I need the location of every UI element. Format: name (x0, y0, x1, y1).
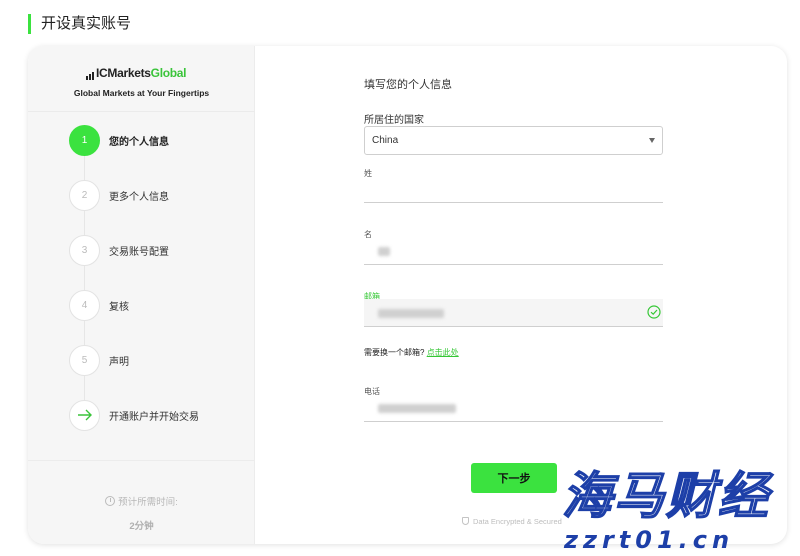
step-personal-info[interactable]: 1 您的个人信息 (69, 124, 249, 156)
logo-markets: Markets (107, 66, 151, 80)
step-label: 声明 (109, 356, 129, 368)
step-number: 5 (69, 344, 100, 376)
logo-bars-icon (86, 66, 95, 80)
phone-field[interactable] (364, 394, 663, 422)
redacted-value (378, 404, 456, 413)
brand-header: ICMarketsGlobal Global Markets at Your F… (28, 46, 255, 112)
caret-down-icon (649, 138, 655, 143)
logo-global: Global (150, 66, 187, 80)
shield-icon (462, 517, 469, 525)
email-hint-text: 需要换一个邮箱? (364, 348, 425, 357)
time-value: 2分钟 (129, 521, 154, 532)
step-label: 您的个人信息 (109, 136, 169, 148)
time-label: 预计所需时间: (118, 497, 178, 508)
redacted-value (378, 309, 444, 318)
first-name-field[interactable] (364, 237, 663, 265)
step-number: 2 (69, 179, 100, 211)
tagline: Global Markets at Your Fingertips (73, 88, 210, 98)
signup-card: ICMarketsGlobal Global Markets at Your F… (28, 46, 787, 544)
step-more-info[interactable]: 2 更多个人信息 (69, 179, 249, 211)
step-number: 4 (69, 289, 100, 321)
step-start-trading[interactable]: 开通账户并开始交易 (69, 399, 249, 431)
arrow-right-icon (69, 399, 100, 431)
step-account-config[interactable]: 3 交易账号配置 (69, 234, 249, 266)
step-number: 3 (69, 234, 100, 266)
step-review[interactable]: 4 复核 (69, 289, 249, 321)
email-hint: 需要换一个邮箱? 点击此处 (364, 347, 459, 358)
personal-info-form: 填写您的个人信息 所居住的国家 China 姓 名 邮箱 需要换一个邮箱? 点击… (364, 46, 664, 544)
email-field[interactable] (364, 299, 663, 327)
redacted-value (378, 247, 390, 256)
step-label: 交易账号配置 (109, 246, 169, 258)
estimated-time: 预计所需时间: (28, 494, 255, 508)
secure-note: Data Encrypted & Secured (462, 517, 562, 526)
country-value: China (372, 135, 399, 146)
next-button[interactable]: 下一步 (471, 463, 557, 493)
secure-text: Data Encrypted & Secured (473, 517, 562, 526)
sidebar-footer: 预计所需时间: 2分钟 (28, 460, 255, 544)
step-number: 1 (69, 124, 100, 156)
sidebar: ICMarketsGlobal Global Markets at Your F… (28, 46, 255, 544)
page-title: 开设真实账号 (28, 14, 131, 34)
step-label: 开通账户并开始交易 (109, 411, 199, 423)
logo-ic: IC (96, 66, 108, 80)
step-declaration[interactable]: 5 声明 (69, 344, 249, 376)
ic-markets-logo: ICMarketsGlobal (86, 66, 187, 80)
country-label: 所居住的国家 (364, 115, 424, 126)
step-label: 复核 (109, 301, 129, 313)
country-select[interactable]: China (364, 126, 663, 155)
clock-icon (105, 496, 116, 506)
section-title: 填写您的个人信息 (364, 79, 452, 91)
last-name-field[interactable] (364, 175, 663, 203)
step-label: 更多个人信息 (109, 191, 169, 203)
change-email-link[interactable]: 点击此处 (427, 348, 459, 357)
check-circle-icon (647, 305, 661, 319)
